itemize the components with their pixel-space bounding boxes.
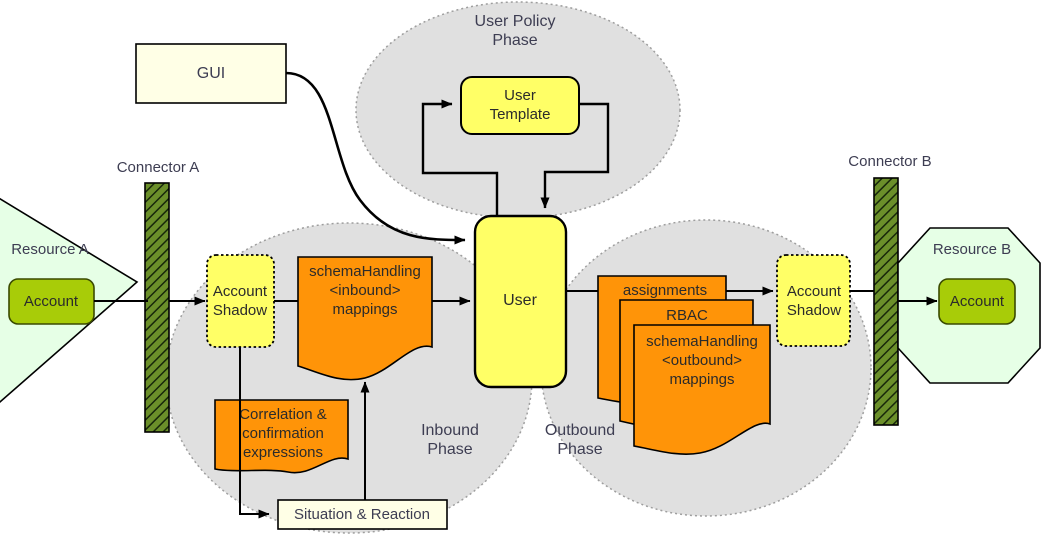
schema-outbound-label-3: mappings	[669, 371, 734, 388]
account-shadow-inbound-label-2: Shadow	[213, 302, 267, 319]
rbac-label: RBAC	[666, 307, 708, 324]
user-template-label-2: Template	[490, 106, 551, 123]
gui-label: GUI	[197, 65, 225, 82]
phase-outbound-label-2: Phase	[557, 441, 602, 458]
phase-inbound-label-2: Phase	[427, 441, 472, 458]
situation-reaction-label: Situation & Reaction	[294, 506, 430, 523]
correlation-label-3: expressions	[243, 444, 323, 461]
user-node[interactable]: User	[473, 214, 568, 389]
account-a-label: Account	[24, 293, 79, 310]
account-b[interactable]: Account	[938, 278, 1016, 325]
account-shadow-outbound-label-2: Shadow	[787, 302, 841, 319]
schema-inbound-label-3: mappings	[332, 301, 397, 318]
user-template-label-1: User	[504, 87, 536, 104]
account-shadow-inbound[interactable]: Account Shadow	[206, 254, 275, 348]
phase-user-policy-label-1: User Policy	[475, 13, 556, 30]
schema-outbound-label-2: <outbound>	[662, 352, 742, 369]
account-shadow-inbound-label-1: Account	[213, 283, 268, 300]
account-a[interactable]: Account	[8, 278, 95, 325]
gui-node[interactable]: GUI	[135, 43, 287, 104]
correlation-expressions[interactable]: Correlation & confirmation expressions	[214, 399, 349, 474]
schema-inbound-label-1: schemaHandling	[309, 263, 421, 280]
connector-a-label: Connector A	[117, 159, 200, 176]
schema-inbound-label-2: <inbound>	[330, 282, 401, 299]
account-b-label: Account	[950, 293, 1005, 310]
user-template-node[interactable]: User Template	[460, 76, 580, 135]
resource-b-label: Resource B	[933, 241, 1011, 258]
situation-reaction[interactable]: Situation & Reaction	[277, 499, 448, 530]
diagram-canvas: User Policy Phase Inbound Phase Outbound…	[0, 0, 1041, 552]
correlation-label-1: Correlation &	[239, 406, 327, 423]
account-shadow-outbound-label-1: Account	[787, 283, 842, 300]
connector-b-label: Connector B	[848, 153, 931, 170]
account-shadow-outbound[interactable]: Account Shadow	[776, 254, 851, 347]
phase-inbound-label-1: Inbound	[421, 422, 479, 439]
assignments-label: assignments	[623, 282, 707, 299]
user-label: User	[503, 292, 537, 309]
schema-outbound-label-1: schemaHandling	[646, 333, 758, 350]
phase-outbound-label-1: Outbound	[545, 422, 615, 439]
phase-user-policy-label-2: Phase	[492, 32, 537, 49]
resource-a-label: Resource A	[11, 241, 89, 258]
correlation-label-2: confirmation	[242, 425, 324, 442]
